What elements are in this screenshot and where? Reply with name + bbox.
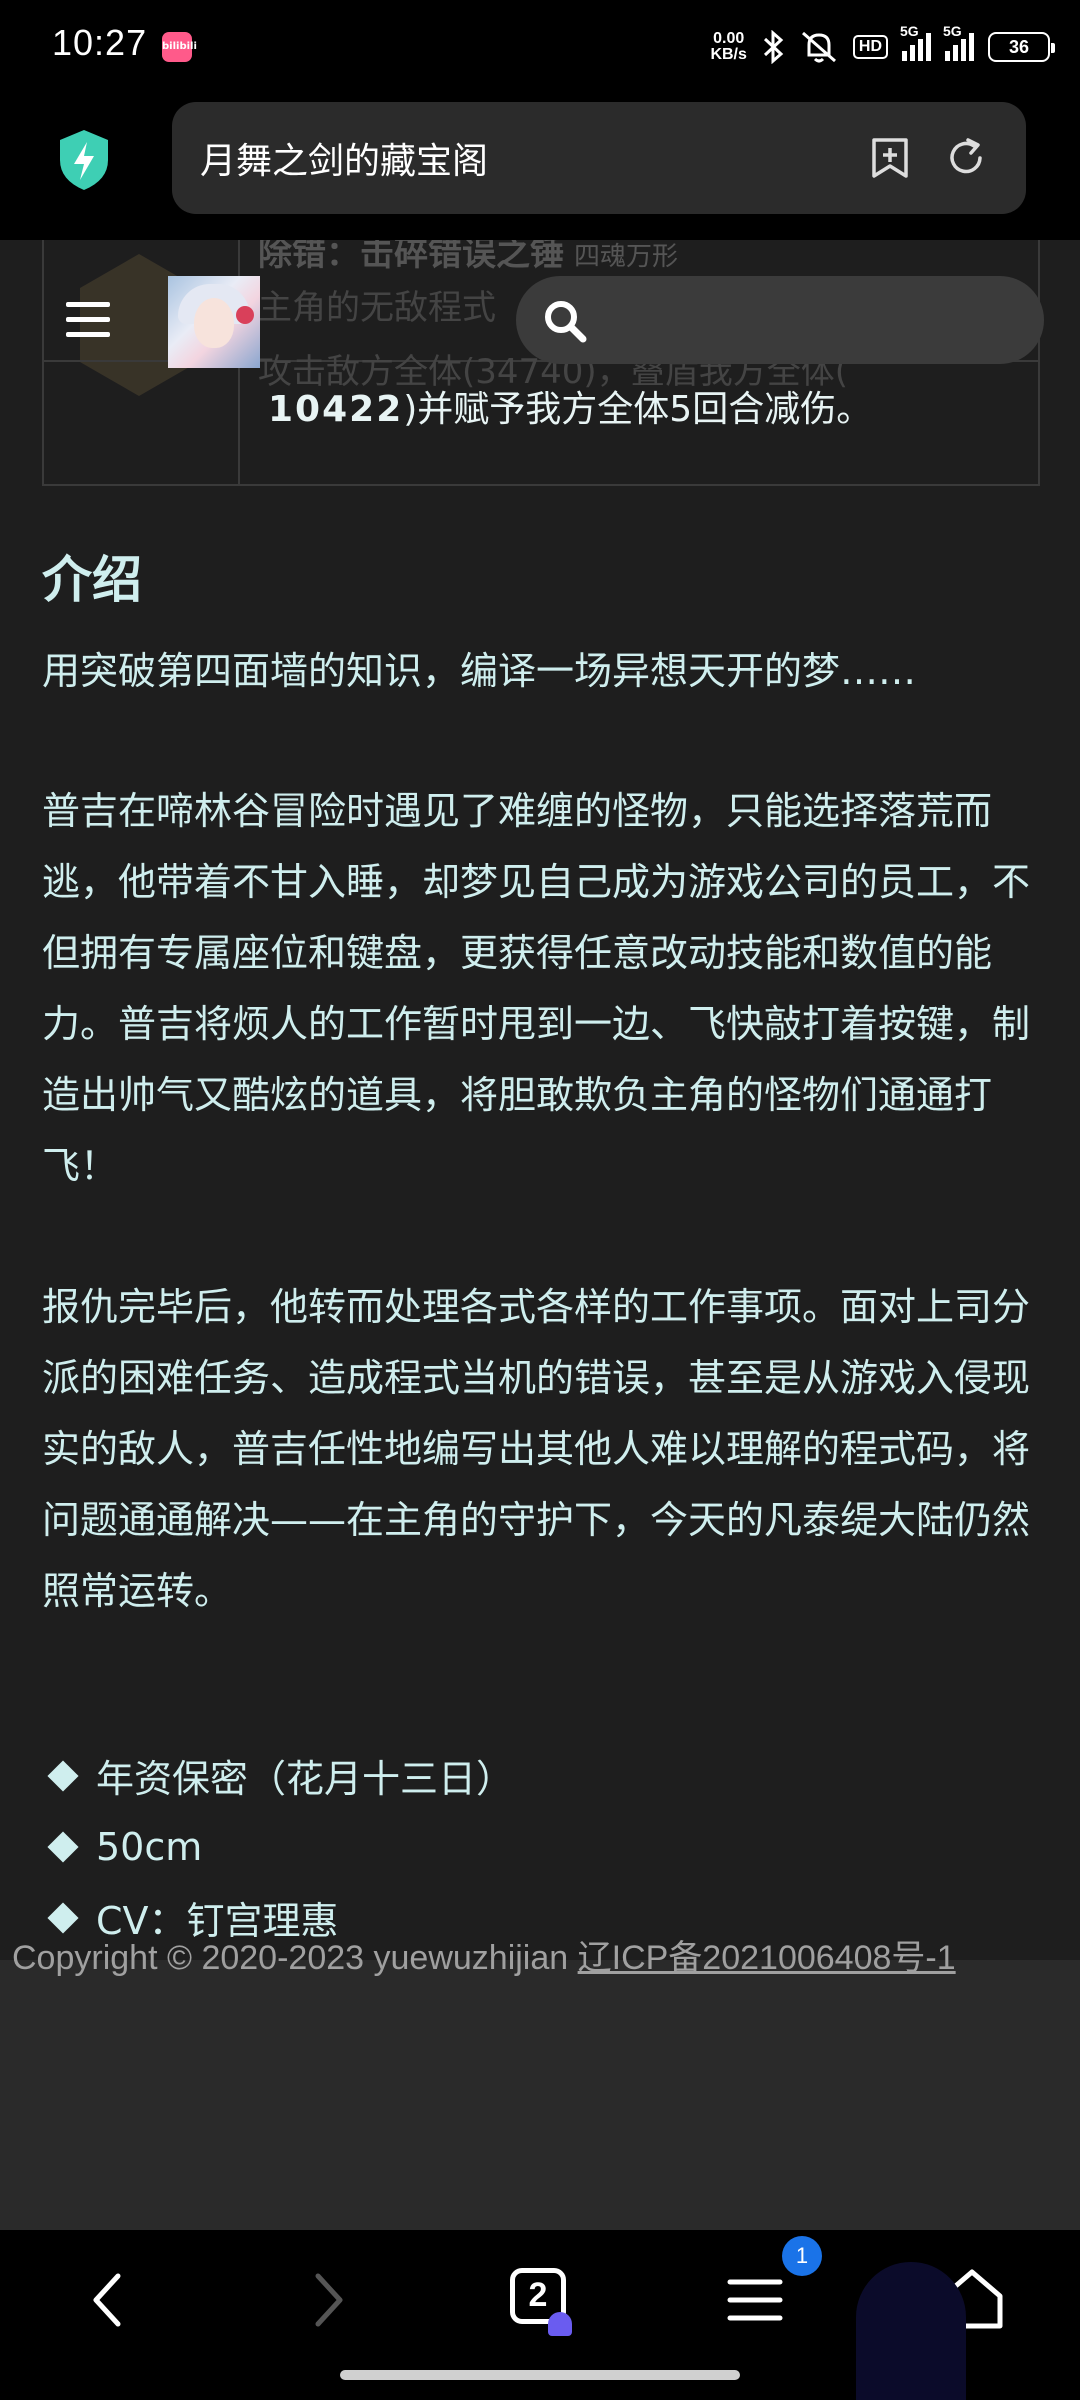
mute-bell-icon bbox=[801, 31, 836, 63]
bookmark-add-icon[interactable] bbox=[868, 136, 912, 180]
diamond-bullet-icon bbox=[47, 1830, 79, 1863]
status-bar: 10:27 bilibili 0.00 KB/s HD 5G 5G 36 bbox=[0, 0, 1080, 92]
copyright-text: Copyright © 2020-2023 yuewuzhijian bbox=[12, 1939, 578, 1977]
copyright: Copyright © 2020-2023 yuewuzhijian 辽ICP备… bbox=[12, 1930, 956, 1979]
bilibili-app-icon: bilibili bbox=[162, 32, 197, 62]
status-time: 10:27 bbox=[52, 22, 148, 63]
network-speed-unit: KB/s bbox=[710, 46, 747, 63]
back-icon[interactable] bbox=[70, 2260, 150, 2340]
diamond-bullet-icon bbox=[47, 1759, 79, 1792]
facts-list: 年资保密（花月十三日） 50cm CV：钉宫理惠 bbox=[42, 1740, 514, 1953]
footer bbox=[0, 1960, 1080, 2230]
refresh-icon[interactable] bbox=[944, 136, 988, 180]
menu-icon[interactable] bbox=[718, 2260, 798, 2340]
diamond-bullet-icon bbox=[47, 1901, 79, 1934]
browser-toolbar: 月舞之剑的藏宝阁 bbox=[0, 92, 1080, 240]
address-bar[interactable]: 月舞之剑的藏宝阁 bbox=[172, 102, 1026, 214]
icp-link[interactable]: 辽ICP备2021006408号-1 bbox=[578, 1939, 956, 1977]
fact-item: 年资保密（花月十三日） bbox=[42, 1740, 514, 1811]
bluetooth-icon bbox=[763, 30, 784, 64]
shield-lightning-icon[interactable] bbox=[56, 128, 112, 192]
search-icon[interactable] bbox=[542, 298, 588, 344]
status-indicators: 0.00 KB/s HD 5G 5G 36 bbox=[710, 23, 1055, 68]
sim2-network-label: 5G bbox=[943, 23, 962, 39]
fact-text: 50cm bbox=[96, 1824, 203, 1869]
hamburger-menu-icon[interactable] bbox=[66, 302, 110, 338]
battery-icon: 36 bbox=[988, 32, 1055, 62]
signal-sim2-icon: 5G bbox=[943, 23, 974, 61]
search-input[interactable] bbox=[516, 276, 1044, 364]
intro-heading: 介绍 bbox=[42, 551, 142, 609]
site-header bbox=[0, 240, 1080, 400]
intro-paragraph-1: 普吉在啼林谷冒险时遇见了难缠的怪物，只能选择落荒而逃，他带着不甘入睡，却梦见自己… bbox=[42, 789, 1031, 1188]
intro-paragraph-2: 报仇完毕后，他转而处理各式各样的工作事项。面对上司分派的困难任务、造成程式当机的… bbox=[42, 1285, 1031, 1613]
signal-sim1-icon: 5G bbox=[900, 23, 931, 61]
home-indicator[interactable] bbox=[340, 2370, 740, 2380]
sim1-network-label: 5G bbox=[900, 23, 919, 39]
intro-tagline: 用突破第四面墙的知识，编译一场异想天开的梦…… bbox=[42, 649, 917, 693]
network-speed: 0.00 KB/s bbox=[710, 31, 746, 63]
ghost-mini-icon bbox=[548, 2312, 572, 2336]
forward-icon[interactable] bbox=[286, 2260, 366, 2340]
fact-text: 年资保密（花月十三日） bbox=[96, 1757, 515, 1801]
menu-notification-badge: 1 bbox=[782, 2236, 822, 2276]
hd-voice-badge: HD bbox=[852, 35, 888, 59]
character-avatar[interactable] bbox=[168, 276, 260, 368]
ghost-mascot-icon bbox=[856, 2262, 966, 2400]
page-title[interactable]: 月舞之剑的藏宝阁 bbox=[200, 132, 488, 184]
tabs-button[interactable]: 2 bbox=[500, 2260, 580, 2340]
network-speed-value: 0.00 bbox=[713, 30, 745, 47]
fact-item: 50cm bbox=[42, 1811, 514, 1882]
